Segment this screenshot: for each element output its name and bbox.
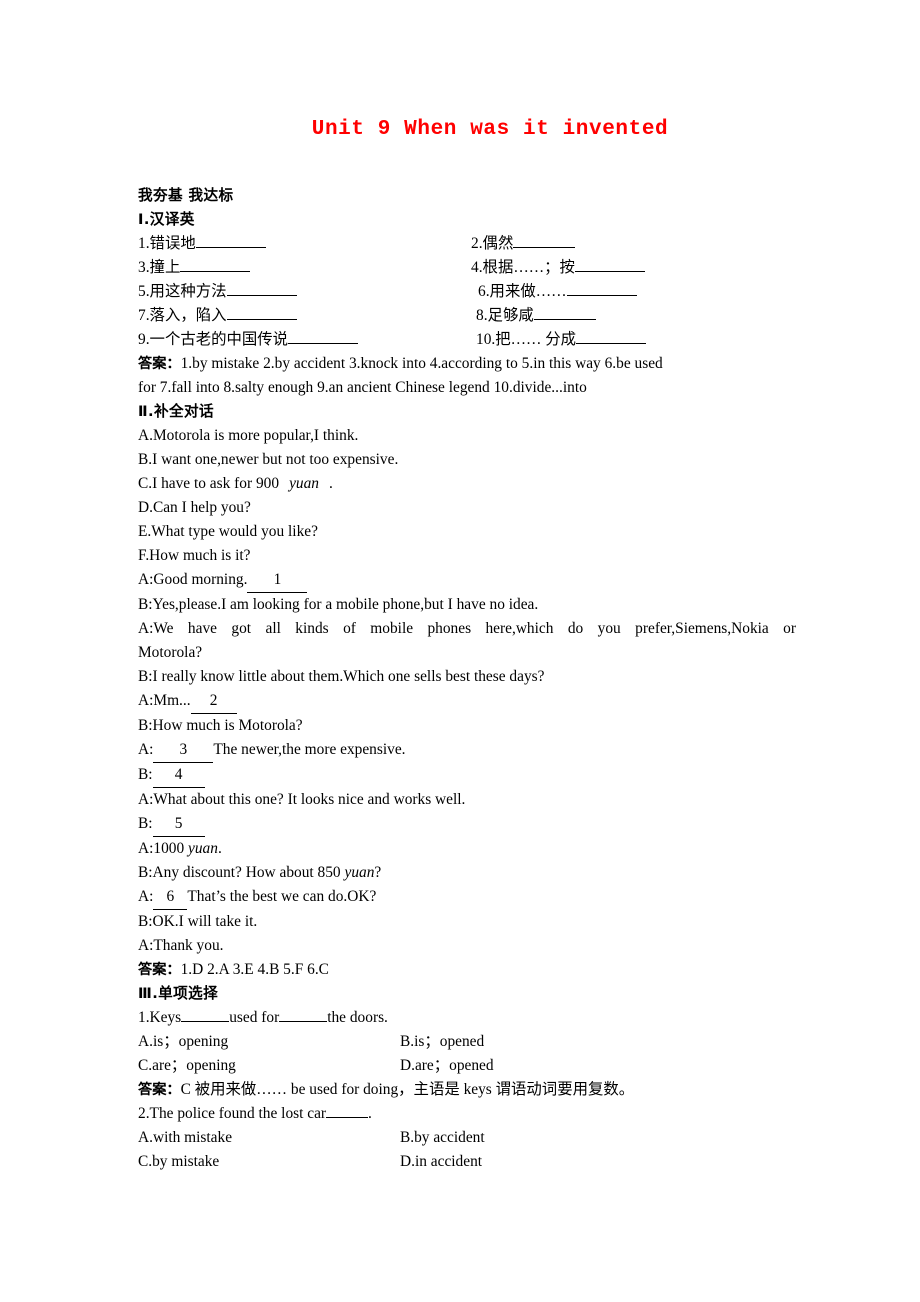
question-1-options-row: C.are；opening D.are；opened [138,1054,796,1078]
answer-blank[interactable] [180,271,251,272]
answer-text: 1.by mistake 2.by accident 3.knock into … [180,355,663,372]
option-a[interactable]: A.with mistake [138,1126,232,1150]
dialogue-line: B:How much is Motorola? [138,717,303,734]
answer-blank[interactable] [576,343,647,344]
answer-blank[interactable]: 3 [153,738,214,763]
dialogue-line: A: 6 That’s the best we can do.OK? [138,885,796,910]
question-2-stem: 2.The police found the lost car. [138,1105,372,1122]
translation-row: 1.错误地 2.偶然 [138,232,796,256]
section-1-answer-line-1: 答案：1.by mistake 2.by accident 3.knock in… [138,352,796,376]
dialogue-choice-b: B.I want one,newer but not too expensive… [138,451,399,468]
option-a[interactable]: A.is；opening [138,1030,228,1054]
translation-item-8: 8.足够咸 [476,304,596,328]
translation-item-4: 4.根据……；按 [471,256,645,280]
dialogue-line: B:I really know little about them.Which … [138,668,545,685]
option-d[interactable]: D.are；opened [400,1054,494,1078]
dialogue-line: A:Good morning. 1 [138,568,796,593]
question-2-options-row: A.with mistake B.by accident [138,1126,796,1150]
answer-text: 1.D 2.A 3.E 4.B 5.F 6.C [180,961,329,978]
translation-item-10: 10.把…… 分成 [476,328,647,352]
answer-blank[interactable] [326,1117,369,1118]
translation-item-1: 1.错误地 [138,232,266,256]
answer-label: 答案： [138,1082,181,1098]
dialogue-choice-e: E.What type would you like? [138,523,318,540]
question-2-options-row: C.by mistake D.in accident [138,1150,796,1174]
answer-blank[interactable] [533,319,596,320]
question-1-answer: 答案：C 被用来做…… be used for doing，主语是 keys 谓… [138,1078,796,1102]
translation-item-5: 5.用这种方法 [138,280,297,304]
dialogue-line: B: 4 [138,763,796,788]
answer-text: C 被用来做…… be used for doing，主语是 keys 谓语动词… [180,1081,635,1098]
translation-item-7: 7.落入，陷入 [138,304,297,328]
answer-blank[interactable] [574,271,645,272]
dialogue-choice-d: D.Can I help you? [138,499,251,516]
question-1-options-row: A.is；opening B.is；opened [138,1030,796,1054]
answer-blank[interactable] [181,1021,230,1022]
translation-item-3: 3.撞上 [138,256,251,280]
answer-blank[interactable]: 6 [153,885,188,910]
page-title: Unit 9 When was it invented [311,118,669,141]
section-1-heading: Ⅰ.汉译英 [138,211,195,228]
answer-blank[interactable] [226,295,297,296]
translation-row: 7.落入，陷入 8.足够咸 [138,304,796,328]
answer-label: 答案： [138,962,181,978]
question-1-stem: 1.Keys used for the doors. [138,1009,388,1026]
translation-row: 9.一个古老的中国传说 10.把…… 分成 [138,328,796,352]
translation-row: 5.用这种方法 6.用来做…… [138,280,796,304]
dialogue-choice-f: F.How much is it? [138,547,251,564]
dialogue-line: A:1000 yuan. [138,840,222,857]
dialogue-line-cont: Motorola? [138,644,203,661]
answer-label: 答案： [138,356,181,372]
option-b[interactable]: B.by accident [400,1126,485,1150]
section-3-heading: Ⅲ.单项选择 [138,985,219,1002]
answer-blank[interactable] [513,247,576,248]
dialogue-choice-c: C.I have to ask for 900 yuan. [138,475,333,492]
dialogue-line: A:Mm... 2 [138,689,796,714]
answer-blank[interactable]: 1 [247,568,308,593]
dialogue-line: A: 3 The newer,the more expensive. [138,738,796,763]
translation-item-9: 9.一个古老的中国传说 [138,328,359,352]
option-c[interactable]: C.by mistake [138,1150,219,1174]
dialogue-line: B:Any discount? How about 850 yuan? [138,864,382,881]
option-c[interactable]: C.are；opening [138,1054,236,1078]
translation-row: 3.撞上 4.根据……；按 [138,256,796,280]
dialogue-line: B: 5 [138,812,796,837]
answer-blank[interactable] [195,247,266,248]
dialogue-choice-a: A.Motorola is more popular,I think. [138,427,359,444]
answer-blank[interactable] [566,295,637,296]
dialogue-line: B:Yes,please.I am looking for a mobile p… [138,596,539,613]
answer-blank[interactable] [288,343,359,344]
answer-blank[interactable] [279,1021,328,1022]
section-2-answer: 答案：1.D 2.A 3.E 4.B 5.F 6.C [138,958,796,982]
section-1-answer-line-2: for 7.fall into 8.salty enough 9.an anci… [138,379,587,396]
dialogue-line: B:OK.I will take it. [138,913,258,930]
section-2-heading: Ⅱ.补全对话 [138,403,214,420]
option-d[interactable]: D.in accident [400,1150,482,1174]
document-body: 我夯基 我达标 Ⅰ.汉译英 1.错误地 2.偶然 3.撞上 4.根据……；按 5… [138,184,796,1174]
dialogue-line: A:What about this one? It looks nice and… [138,791,466,808]
option-b[interactable]: B.is；opened [400,1030,484,1054]
translation-item-2: 2.偶然 [471,232,576,256]
answer-blank[interactable]: 5 [152,812,205,837]
translation-item-6: 6.用来做…… [478,280,637,304]
dialogue-line: A:Thank you. [138,937,224,954]
dialogue-line: A:We have got all kinds of mobile phones… [138,620,796,637]
section-header: 我夯基 我达标 [138,187,234,204]
answer-blank[interactable]: 4 [152,763,205,788]
document-page: Unit 9 When was it invented 我夯基 我达标 Ⅰ.汉译… [0,0,920,1302]
answer-blank[interactable]: 2 [190,689,237,714]
answer-blank[interactable] [226,319,297,320]
